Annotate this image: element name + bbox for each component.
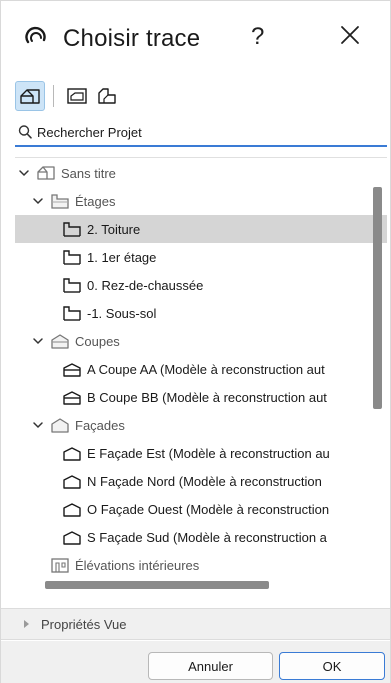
- tree-item-label: B Coupe BB (Modèle à reconstruction aut: [87, 389, 327, 405]
- toolbar-separator: [53, 85, 54, 107]
- tree-item[interactable]: 0. Rez-de-chaussée: [61, 271, 203, 299]
- vertical-scrollbar[interactable]: [373, 187, 382, 409]
- chevron-down-icon[interactable]: [31, 194, 45, 208]
- elevation-icon: [63, 447, 81, 461]
- tree-item-label: A Coupe AA (Modèle à reconstruction aut: [87, 361, 325, 377]
- tree-item-label: Étages: [75, 193, 116, 209]
- view-mode-toolbar: [15, 81, 122, 111]
- tree-item[interactable]: 1. 1er étage: [61, 243, 156, 271]
- publisher-sets-icon: [98, 88, 116, 104]
- story-icon: [63, 222, 81, 237]
- tree-item-label: 2. Toiture: [87, 221, 141, 237]
- horizontal-scrollbar[interactable]: [45, 581, 269, 589]
- view-properties-bar[interactable]: Propriétés Vue: [1, 608, 390, 640]
- tree-item-label: Sans titre: [61, 165, 116, 181]
- elevation-icon: [63, 475, 81, 489]
- ok-button[interactable]: OK: [279, 652, 385, 680]
- story-icon: [63, 250, 81, 265]
- tree-item-label: Façades: [75, 417, 125, 433]
- tree-item-label: Élévations intérieures: [75, 557, 200, 573]
- chevron-down-icon[interactable]: [31, 418, 45, 432]
- elevation-icon: [63, 503, 81, 517]
- tree-item-label: O Façade Ouest (Modèle à reconstruction: [87, 501, 330, 517]
- tree-item-label: E Façade Est (Modèle à reconstruction au: [87, 445, 330, 461]
- search-icon: [18, 125, 32, 139]
- chevron-down-icon[interactable]: [17, 166, 31, 180]
- tree-item[interactable]: Sans titre: [17, 159, 116, 187]
- help-button[interactable]: ?: [251, 23, 264, 51]
- story-icon: [63, 306, 81, 321]
- tree-item-label: N Façade Nord (Modèle à reconstruction: [87, 473, 322, 489]
- house-icon: [37, 166, 55, 180]
- tree-item-label: S Façade Sud (Modèle à reconstruction a: [87, 529, 327, 545]
- choose-trace-dialog: Choisir trace ? Rechercher Projet Sans t…: [0, 0, 391, 683]
- chevron-down-icon[interactable]: [31, 334, 45, 348]
- story-folder-icon: [51, 194, 69, 209]
- publisher-sets-button[interactable]: [92, 81, 122, 111]
- layout-book-button[interactable]: [62, 81, 92, 111]
- elevation-icon: [63, 531, 81, 545]
- search-input[interactable]: [37, 124, 367, 140]
- cancel-button[interactable]: Annuler: [148, 652, 273, 680]
- tree-item[interactable]: 2. Toiture: [15, 215, 387, 243]
- layout-book-icon: [67, 88, 87, 104]
- dialog-title: Choisir trace: [63, 25, 201, 52]
- tree-item-label: -1. Sous-sol: [87, 305, 157, 321]
- tree-item[interactable]: A Coupe AA (Modèle à reconstruction aut: [61, 355, 325, 383]
- tree-item[interactable]: Façades: [31, 411, 125, 439]
- tree-item[interactable]: Élévations intérieures: [31, 551, 199, 577]
- section-folder-icon: [51, 334, 69, 349]
- view-properties-label: Propriétés Vue: [41, 616, 127, 632]
- tree-item[interactable]: B Coupe BB (Modèle à reconstruction aut: [61, 383, 327, 411]
- view-map-button[interactable]: [15, 81, 45, 111]
- tree-item[interactable]: S Façade Sud (Modèle à reconstruction a: [61, 523, 327, 551]
- tree-item[interactable]: -1. Sous-sol: [61, 299, 156, 327]
- tree-item[interactable]: Coupes: [31, 327, 120, 355]
- expand-triangle-icon: [24, 620, 29, 628]
- view-tree: Sans titre Étages 2. Toiture 1. 1er étage 0.…: [15, 157, 387, 577]
- dialog-footer: Annuler OK: [1, 641, 390, 683]
- view-map-icon: [20, 89, 40, 104]
- tree-item[interactable]: N Façade Nord (Modèle à reconstruction: [61, 467, 322, 495]
- section-icon: [63, 391, 81, 405]
- interior-elevation-icon: [51, 558, 69, 573]
- tree-item-label: Coupes: [75, 333, 120, 349]
- tree-item[interactable]: Étages: [31, 187, 115, 215]
- tree-item[interactable]: O Façade Ouest (Modèle à reconstruction: [61, 495, 329, 523]
- elevation-folder-icon: [51, 418, 69, 433]
- tree-item-label: 0. Rez-de-chaussée: [87, 277, 204, 293]
- story-icon: [63, 278, 81, 293]
- tree-item[interactable]: E Façade Est (Modèle à reconstruction au: [61, 439, 330, 467]
- close-icon[interactable]: [336, 21, 364, 49]
- archicad-logo-icon: [25, 26, 46, 44]
- section-icon: [63, 363, 81, 377]
- search-bar: [15, 119, 387, 147]
- tree-item-label: 1. 1er étage: [87, 249, 157, 265]
- title-bar: Choisir trace ?: [1, 1, 390, 65]
